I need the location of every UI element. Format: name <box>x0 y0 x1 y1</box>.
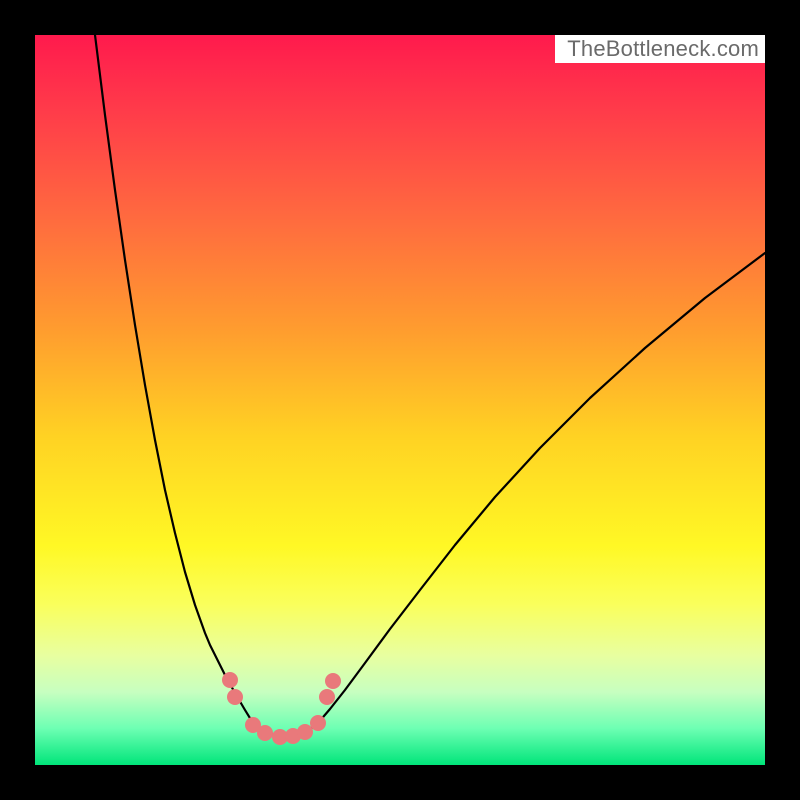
data-marker <box>319 689 335 705</box>
data-marker <box>257 725 273 741</box>
marker-group <box>222 672 341 745</box>
chart-frame: TheBottleneck.com <box>0 0 800 800</box>
plot-area: TheBottleneck.com <box>35 35 765 765</box>
bottleneck-curve <box>95 35 765 737</box>
curve-layer <box>35 35 765 765</box>
watermark: TheBottleneck.com <box>555 35 765 63</box>
data-marker <box>325 673 341 689</box>
data-marker <box>297 724 313 740</box>
watermark-text: TheBottleneck.com <box>567 36 759 62</box>
data-marker <box>310 715 326 731</box>
data-marker <box>227 689 243 705</box>
data-marker <box>222 672 238 688</box>
